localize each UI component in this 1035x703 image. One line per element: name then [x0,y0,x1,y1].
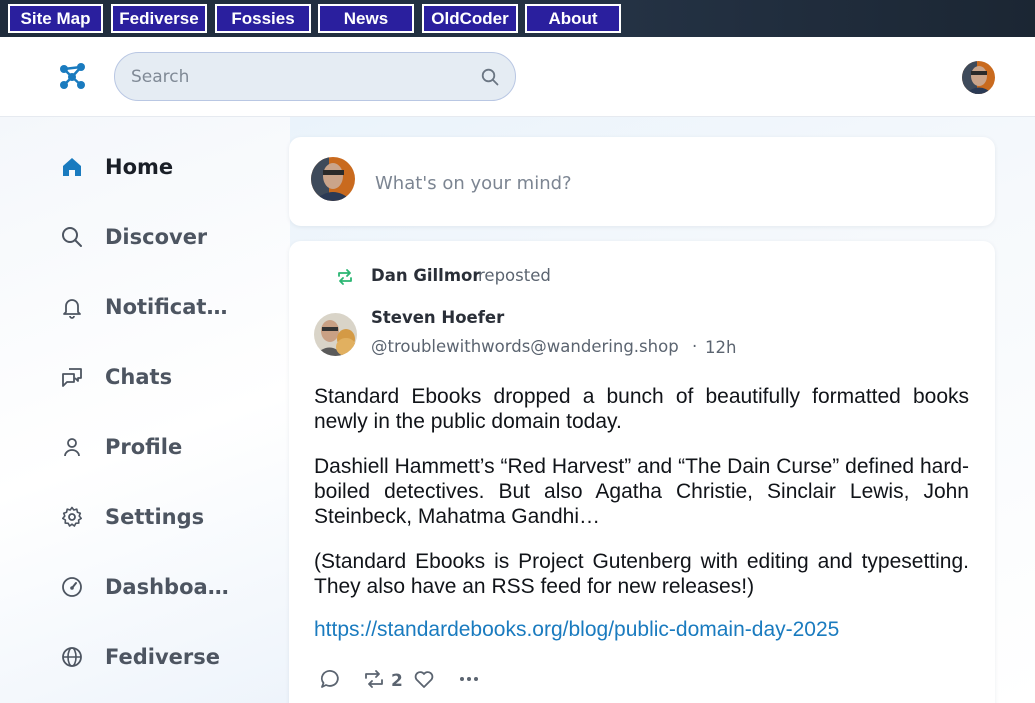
author-handle[interactable]: @troublewithwords@wandering.shop [371,337,679,356]
heart-icon [412,667,436,695]
topnav-oldcoder[interactable]: OldCoder [422,4,518,33]
post-timestamp[interactable]: 12h [705,338,736,357]
repost-icon [362,667,386,695]
account-avatar[interactable] [962,61,995,94]
composer-avatar [311,157,355,201]
author-name[interactable]: Steven Hoefer [371,308,504,327]
chats-icon [58,363,86,391]
app-header [0,37,1035,117]
sidebar-item-profile[interactable]: Profile [58,427,258,467]
more-icon [457,667,481,695]
post-paragraph: Standard Ebooks dropped a bunch of beaut… [314,385,969,433]
sidebar-item-label: Notifications [105,295,230,319]
top-nav-bar: Site Map Fediverse Fossies News OldCoder… [0,0,1035,37]
user-icon [58,433,86,461]
sidebar-item-label: Discover [105,225,208,249]
status-card: Dan Gillmor reposted Steven Hoefer @trou… [289,241,995,703]
meta-separator: · [692,337,698,356]
dashboard-icon [58,573,86,601]
topnav-site-map[interactable]: Site Map [8,4,103,33]
sidebar-item-home[interactable]: Home [58,147,258,187]
post-link[interactable]: https://standardebooks.org/blog/public-d… [314,618,839,642]
reblog-button[interactable]: 2 [362,669,403,693]
sidebar-item-label: Chats [105,365,173,389]
like-button[interactable] [412,669,436,693]
sidebar-item-fediverse[interactable]: Fediverse [58,637,258,677]
gear-icon [58,503,86,531]
search-icon[interactable] [481,68,499,86]
sidebar-item-label: Settings [105,505,205,529]
globe-icon [58,643,86,671]
author-avatar[interactable] [314,313,357,356]
compose-input[interactable] [375,171,935,195]
search-box [114,52,516,101]
sidebar-item-label: Profile [105,435,183,459]
post-paragraph: Dashiell Hammett’s “Red Harvest” and “Th… [314,455,969,528]
sidebar-item-notifications[interactable]: Notifications [58,287,258,327]
sidebar-item-dashboard[interactable]: Dashboard [58,567,258,607]
reposter-name[interactable]: Dan Gillmor [371,266,481,285]
sidebar-item-chats[interactable]: Chats [58,357,258,397]
more-button[interactable] [457,669,481,693]
reblog-count: 2 [391,671,403,691]
home-icon [58,153,86,181]
sidebar [0,117,290,703]
topnav-news[interactable]: News [318,4,414,33]
repost-header: Dan Gillmor reposted [335,266,551,288]
sidebar-item-discover[interactable]: Discover [58,217,258,257]
sidebar-item-label: Dashboard [105,575,230,599]
repost-icon [335,267,355,287]
search-icon [58,223,86,251]
post-paragraph: (Standard Ebooks is Project Gutenberg wi… [314,550,969,598]
topnav-fediverse[interactable]: Fediverse [111,4,207,33]
reply-button[interactable] [319,669,343,693]
sidebar-item-settings[interactable]: Settings [58,497,258,537]
topnav-fossies[interactable]: Fossies [215,4,311,33]
comment-icon [319,667,343,695]
network-logo-icon[interactable] [58,61,88,91]
search-input[interactable] [131,65,461,89]
reposted-label: reposted [478,266,551,285]
sidebar-item-label: Home [105,155,174,179]
compose-box [289,137,995,226]
sidebar-item-label: Fediverse [105,645,220,669]
bell-icon [58,293,86,321]
topnav-about[interactable]: About [525,4,621,33]
